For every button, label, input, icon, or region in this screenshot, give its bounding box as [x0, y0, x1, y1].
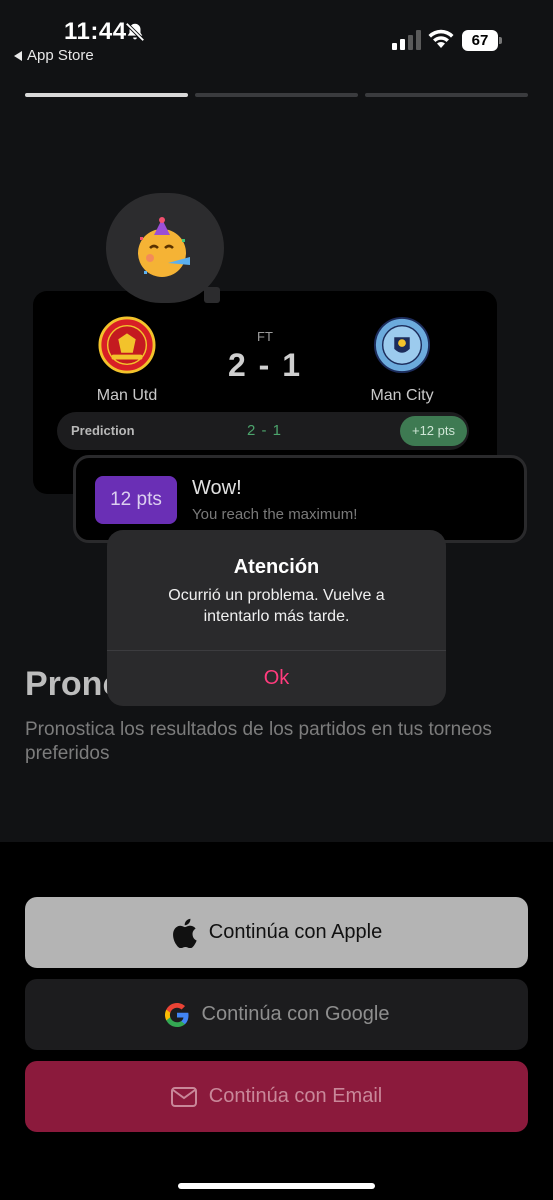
prediction-label: Prediction	[71, 423, 135, 438]
home-indicator[interactable]	[178, 1183, 375, 1189]
progress-step-2	[195, 93, 358, 97]
back-arrow-icon	[14, 50, 22, 61]
battery-indicator: 67	[462, 30, 502, 51]
wifi-icon	[428, 29, 454, 48]
back-to-app-store[interactable]: App Store	[14, 47, 94, 64]
prediction-row: Prediction 2 - 1 +12 pts	[57, 412, 469, 450]
progress-step-3	[365, 93, 528, 97]
party-face-icon	[138, 217, 190, 277]
google-icon	[164, 1002, 189, 1027]
google-button-label: Continúa con Google	[201, 1003, 390, 1025]
mail-icon	[170, 1086, 197, 1107]
back-label: App Store	[27, 47, 94, 64]
cellular-signal-icon	[392, 30, 421, 50]
prediction-points-badge: +12 pts	[399, 416, 467, 446]
man-city-crest-icon	[373, 316, 431, 374]
toast-points-badge: 12 pts	[95, 476, 177, 524]
away-team-name: Man City	[370, 387, 434, 404]
home-team-name: Man Utd	[96, 387, 158, 404]
email-button-label: Continúa con Email	[208, 1085, 383, 1107]
alert-ok-button[interactable]: Ok	[107, 651, 446, 706]
emoji-bubble	[106, 193, 224, 303]
bell-off-icon	[125, 22, 145, 42]
continue-with-google-button[interactable]: Continúa con Google	[25, 979, 528, 1050]
prediction-score: 2 - 1	[247, 422, 283, 439]
apple-button-label: Continúa con Apple	[208, 921, 383, 943]
status-time: 11:44	[64, 18, 127, 45]
away-team: Man City	[342, 316, 462, 405]
apple-icon	[172, 918, 197, 948]
alert-message: Ocurrió un problema. Vuelve a intentarlo…	[168, 587, 385, 625]
toast-title: Wow!	[192, 477, 242, 499]
progress-step-1	[25, 93, 188, 97]
alert-title: Atención	[233, 556, 320, 578]
onboarding-subtext: Pronostica los resultados de los partido…	[25, 719, 492, 764]
battery-cap	[499, 37, 502, 44]
battery-level: 67	[462, 30, 498, 51]
onboarding-screen: 11:44 App Store 67 Man Utd FT 2 - 1 Man …	[0, 0, 553, 1200]
continue-with-apple-button[interactable]: Continúa con Apple	[25, 897, 528, 968]
error-alert-dialog: Atención Ocurrió un problema. Vuelve a i…	[107, 530, 446, 706]
toast-subtitle: You reach the maximum!	[192, 506, 358, 523]
continue-with-email-button[interactable]: Continúa con Email	[25, 1061, 528, 1132]
